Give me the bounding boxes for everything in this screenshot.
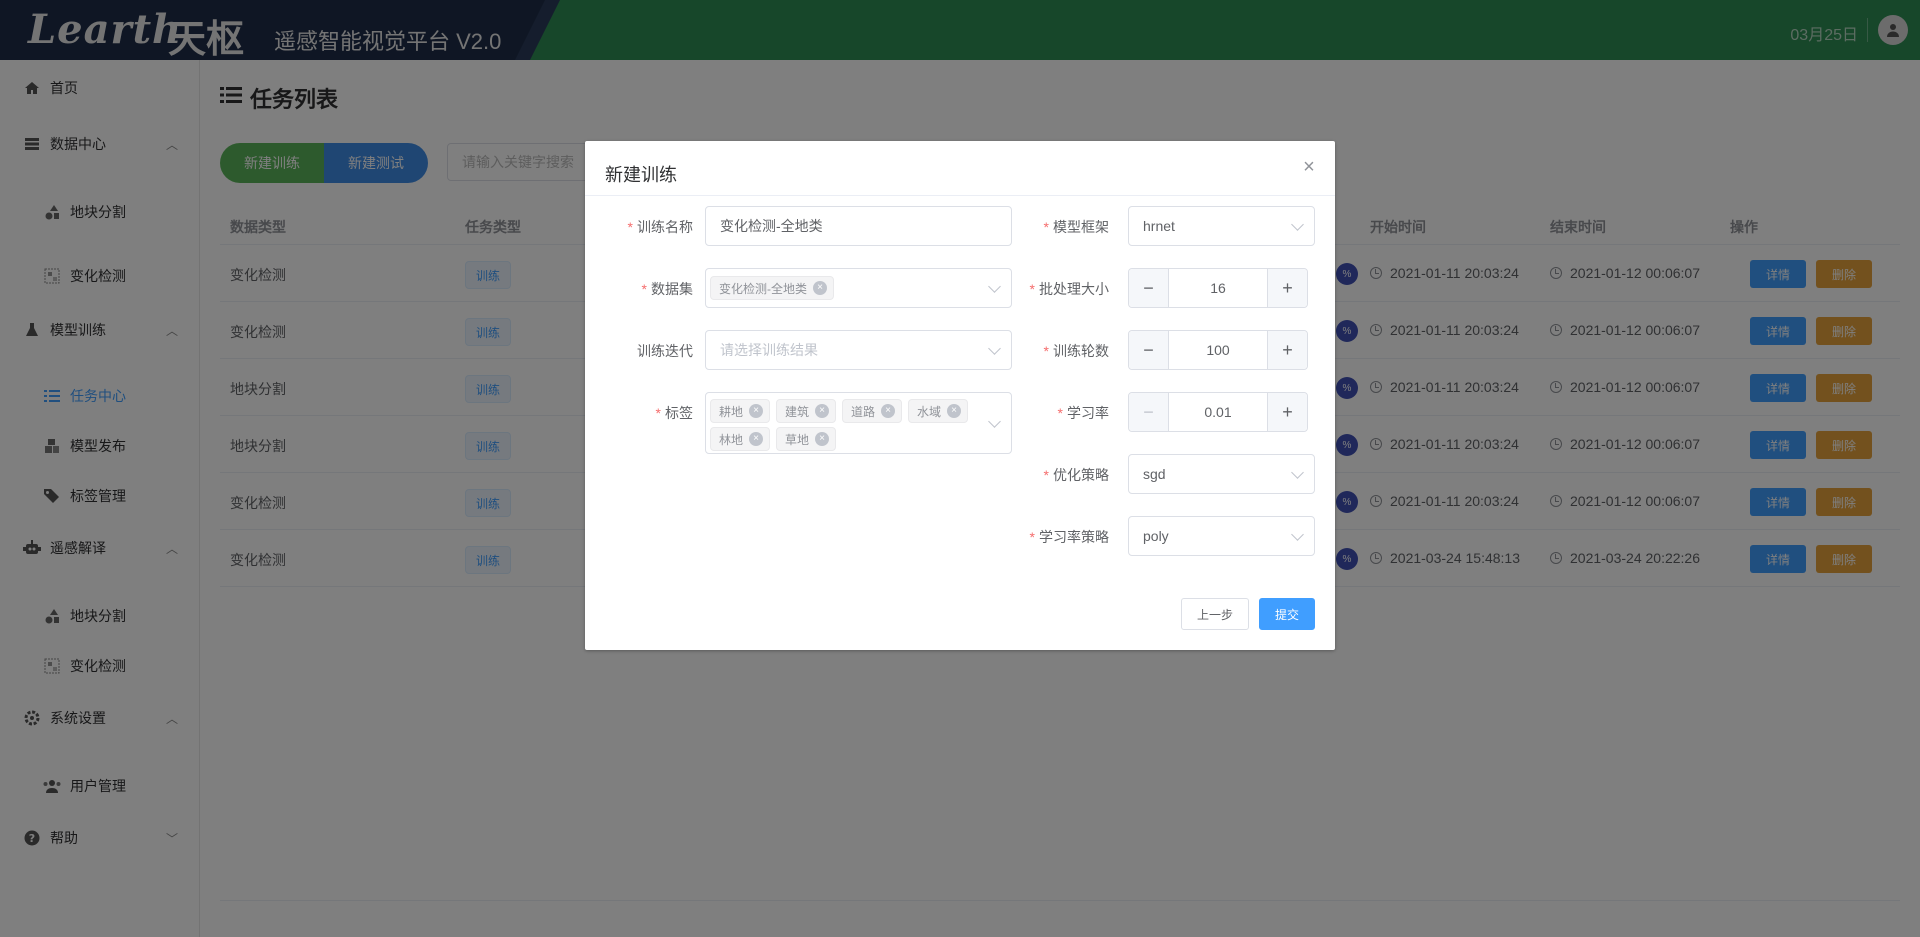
train-name-label: * 训练名称 (627, 219, 693, 235)
plus-icon[interactable]: + (1267, 269, 1307, 307)
label-chip: 耕地 × (710, 399, 771, 423)
dialog-title: 新建训练 (605, 165, 677, 185)
learning-rate-label: * 学习率 (1057, 405, 1109, 421)
prev-step-button[interactable]: 上一步 (1181, 598, 1249, 630)
learning-rate-value[interactable]: 0.01 (1169, 393, 1267, 431)
batch-size-value[interactable]: 16 (1169, 269, 1267, 307)
epochs-value[interactable]: 100 (1169, 331, 1267, 369)
learning-rate-stepper[interactable]: − 0.01 + (1128, 392, 1308, 432)
chevron-down-icon (1291, 466, 1304, 479)
label-chip: 建筑 × (776, 399, 837, 423)
chevron-down-icon (1291, 528, 1304, 541)
chip-close-icon[interactable]: × (881, 404, 896, 418)
dataset-chip: 变化检测-全地类 × (710, 276, 834, 300)
batch-size-stepper[interactable]: − 16 + (1128, 268, 1308, 308)
train-iter-label: 训练迭代 (637, 343, 693, 359)
label-chip: 水域 × (908, 399, 969, 423)
label-chip: 草地 × (776, 427, 837, 451)
minus-icon[interactable]: − (1129, 393, 1169, 431)
chevron-down-icon (988, 342, 1001, 355)
chip-close-icon[interactable]: × (749, 432, 764, 446)
minus-icon[interactable]: − (1129, 269, 1169, 307)
label-chip: 林地 × (710, 427, 771, 451)
optimizer-select[interactable]: sgd (1128, 454, 1315, 494)
plus-icon[interactable]: + (1267, 393, 1307, 431)
epochs-stepper[interactable]: − 100 + (1128, 330, 1308, 370)
chip-close-icon[interactable]: × (815, 404, 830, 418)
submit-button[interactable]: 提交 (1259, 598, 1315, 630)
chip-close-icon[interactable]: × (749, 404, 764, 418)
batch-size-label: * 批处理大小 (1029, 281, 1109, 297)
chevron-down-icon (988, 280, 1001, 293)
framework-select[interactable]: hrnet (1128, 206, 1315, 246)
dialog-divider (585, 195, 1335, 196)
lr-policy-label: * 学习率策略 (1029, 529, 1109, 545)
dataset-label: * 数据集 (641, 281, 693, 297)
close-icon[interactable]: × (1299, 157, 1319, 177)
chevron-down-icon (988, 415, 1001, 428)
label-chip: 道路 × (842, 399, 903, 423)
dataset-select[interactable]: 变化检测-全地类 × (705, 268, 1012, 308)
chevron-down-icon (1291, 218, 1304, 231)
minus-icon[interactable]: − (1129, 331, 1169, 369)
train-name-input[interactable]: 变化检测-全地类 (705, 206, 1012, 246)
chip-close-icon[interactable]: × (813, 281, 827, 295)
chip-close-icon[interactable]: × (947, 404, 962, 418)
chip-close-icon[interactable]: × (815, 432, 830, 446)
train-iter-select[interactable]: 请选择训练结果 (705, 330, 1012, 370)
epochs-label: * 训练轮数 (1043, 343, 1109, 359)
new-train-dialog: 新建训练 × * 训练名称 变化检测-全地类 * 数据集 变化检测-全地类 × 训练迭… (585, 141, 1335, 650)
lr-policy-select[interactable]: poly (1128, 516, 1315, 556)
labels-label: * 标签 (655, 405, 693, 421)
plus-icon[interactable]: + (1267, 331, 1307, 369)
framework-label: * 模型框架 (1043, 219, 1109, 235)
labels-select[interactable]: 耕地 × 建筑 × 道路 × 水域 × 林地 × 草地 × (705, 392, 1012, 454)
optimizer-label: * 优化策略 (1043, 467, 1109, 483)
